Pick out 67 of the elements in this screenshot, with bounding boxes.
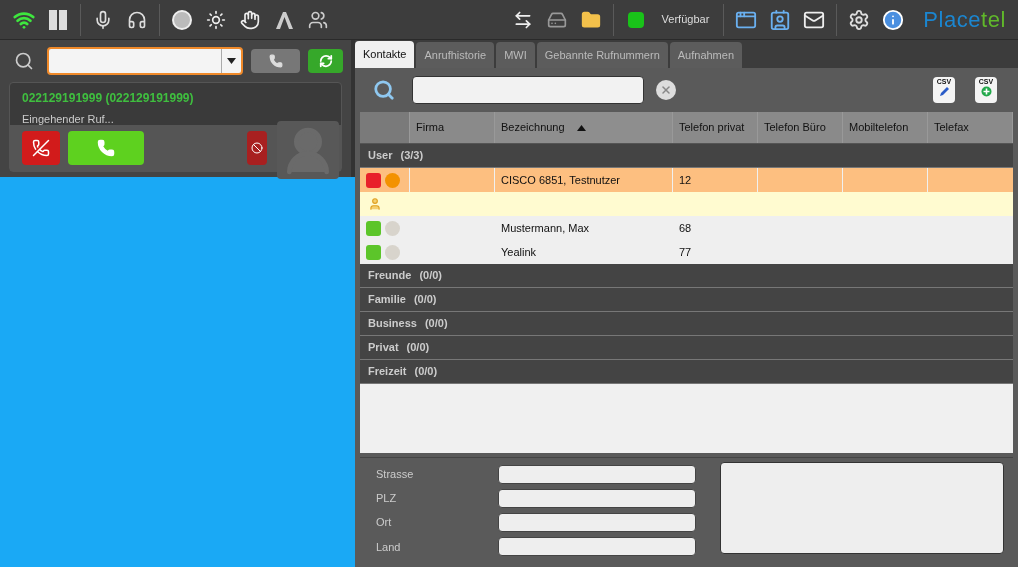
close-icon bbox=[660, 84, 672, 96]
group-count: (0/0) bbox=[413, 292, 437, 308]
group-count: (0/0) bbox=[406, 340, 430, 356]
field-label: Ort bbox=[375, 515, 393, 531]
sort-icon bbox=[576, 124, 586, 131]
field-label: PLZ bbox=[375, 491, 398, 507]
table-cell-text: CISCO 6851, Testnutzer bbox=[501, 172, 621, 188]
contact-row[interactable]: CISCO 6851, Testnutzer 12 bbox=[360, 168, 1013, 192]
input-field[interactable] bbox=[498, 488, 696, 508]
hang-up-icon bbox=[32, 139, 50, 157]
phone-icon bbox=[268, 54, 283, 68]
dial-field[interactable] bbox=[47, 47, 244, 75]
group-header[interactable]: Freunde (0/0) bbox=[360, 264, 1013, 288]
table-cell-text: 12 bbox=[679, 172, 692, 188]
call-button[interactable] bbox=[251, 49, 301, 73]
search-field[interactable] bbox=[412, 76, 644, 104]
table-cell-text: Mustermann, Max bbox=[501, 220, 590, 236]
tab[interactable]: Gebannte Rufnummern bbox=[536, 42, 668, 68]
clear-button[interactable] bbox=[656, 80, 676, 100]
column-header[interactable]: Telefax bbox=[928, 112, 1013, 143]
group-label: Freunde bbox=[368, 268, 412, 284]
group-header[interactable]: Business (0/0) bbox=[360, 312, 1013, 336]
status-label[interactable]: Verfügbar bbox=[653, 11, 718, 28]
input-field[interactable] bbox=[498, 513, 696, 533]
field-label: Strasse bbox=[375, 466, 415, 482]
refresh-button[interactable] bbox=[308, 49, 343, 73]
group-label: User bbox=[368, 148, 393, 164]
group-count: (0/0) bbox=[419, 268, 443, 284]
column-header[interactable]: Telefon privat bbox=[673, 112, 758, 143]
group-label: Familie bbox=[368, 292, 406, 308]
notes-field[interactable] bbox=[720, 462, 1004, 554]
person-icon bbox=[368, 197, 382, 211]
logo: Placetel bbox=[923, 6, 1006, 34]
tab[interactable]: Aufnahmen bbox=[669, 42, 742, 68]
table-cell-text: 77 bbox=[679, 244, 692, 260]
block-icon bbox=[251, 142, 263, 154]
refresh-icon bbox=[318, 54, 333, 68]
column-header[interactable]: Telefon Büro bbox=[758, 112, 843, 143]
column-header[interactable]: Mobiltelefon bbox=[843, 112, 928, 143]
group-label: Privat bbox=[368, 340, 399, 356]
tab[interactable]: Kontakte bbox=[355, 41, 415, 68]
phone-icon bbox=[97, 139, 115, 157]
call-state: Eingehender Ruf... bbox=[22, 112, 115, 127]
table-cell-text: Yealink bbox=[501, 244, 537, 260]
input-field[interactable] bbox=[498, 464, 696, 484]
dropdown-icon[interactable] bbox=[227, 58, 237, 64]
caller-number: 022129191999 (022129191999) bbox=[22, 90, 195, 107]
group-count: (0/0) bbox=[414, 364, 438, 380]
group-label: Freizeit bbox=[368, 364, 407, 380]
input-field[interactable] bbox=[498, 537, 696, 557]
block-button[interactable] bbox=[247, 131, 267, 165]
pencil-icon bbox=[938, 86, 950, 97]
group-header[interactable]: Freizeit (0/0) bbox=[360, 360, 1013, 384]
field-label: Land bbox=[375, 539, 402, 555]
group-count: (3/3) bbox=[400, 148, 424, 164]
hang-up-button[interactable] bbox=[22, 131, 60, 165]
group-count: (0/0) bbox=[424, 316, 448, 332]
group-header[interactable]: Familie (0/0) bbox=[360, 288, 1013, 312]
tab[interactable]: MWI bbox=[496, 42, 535, 68]
group-header[interactable]: Privat (0/0) bbox=[360, 336, 1013, 360]
plus-icon bbox=[980, 86, 992, 97]
column-header[interactable]: Firma bbox=[410, 112, 495, 143]
column-header[interactable]: Bezeichnung bbox=[495, 112, 673, 143]
group-label: Business bbox=[368, 316, 417, 332]
group-header[interactable]: User (3/3) bbox=[360, 144, 1013, 168]
table-cell-text: 68 bbox=[679, 220, 692, 236]
tab[interactable]: Anrufhistorie bbox=[416, 42, 495, 68]
